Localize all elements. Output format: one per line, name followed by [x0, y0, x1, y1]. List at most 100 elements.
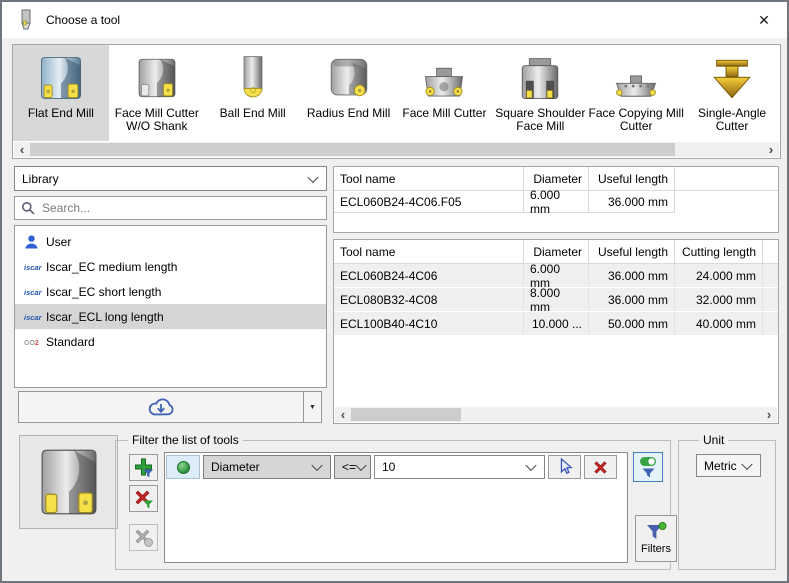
- tool-strip-scrollbar[interactable]: ‹ ›: [14, 142, 779, 157]
- tool-type-label: Face Mill Cutter: [402, 107, 486, 120]
- filters-button-label: Filters: [641, 543, 671, 555]
- diameter-cell: 10.000 ...: [524, 312, 589, 335]
- column-header[interactable]: Cutting length: [675, 240, 763, 263]
- scrollbar-track[interactable]: [351, 407, 761, 422]
- square-shoulder-face-mill-icon: [516, 49, 564, 103]
- filter-operator-dropdown[interactable]: <=: [334, 455, 371, 479]
- enable-filter-toggle-button[interactable]: [633, 452, 663, 482]
- clear-filters-disabled-icon: [134, 528, 154, 548]
- library-item-user[interactable]: User: [15, 229, 326, 254]
- svg-text:iscar: iscar: [24, 263, 42, 272]
- library-item-label: Standard: [46, 335, 95, 349]
- diameter-cell: 8.000 mm: [524, 288, 589, 311]
- face-copying-mill-cutter-icon: [611, 49, 661, 103]
- cutting-length-cell: 24.000 mm: [675, 264, 763, 287]
- svg-text:iscar: iscar: [24, 313, 42, 322]
- filter-group: Filter the list of tools Diamete: [115, 440, 671, 570]
- column-header[interactable]: Tool name: [334, 240, 524, 263]
- scroll-right-icon[interactable]: ›: [761, 407, 777, 422]
- library-item-iscar-ec-short[interactable]: iscar Iscar_EC short length: [15, 279, 326, 304]
- chevron-down-icon: [525, 460, 536, 471]
- scroll-right-icon[interactable]: ›: [763, 142, 779, 157]
- svg-text:iscar: iscar: [24, 288, 42, 297]
- library-item-iscar-ec-medium[interactable]: iscar Iscar_EC medium length: [15, 254, 326, 279]
- search-box[interactable]: [14, 196, 327, 220]
- svg-text:GO2: GO2: [24, 340, 39, 347]
- tool-type-ball-end-mill[interactable]: Ball End Mill: [205, 45, 301, 141]
- table-row[interactable]: ECL060B24-4C06.F05 6.000 mm 36.000 mm: [334, 191, 778, 213]
- tools-table-scrollbar[interactable]: ‹ ›: [335, 407, 777, 422]
- tool-preview: [19, 435, 118, 529]
- red-x-icon: [593, 460, 608, 475]
- tool-type-label: Square Shoulder Face Mill: [492, 107, 588, 133]
- tools-list-table: Tool name Diameter Useful length Cutting…: [333, 239, 779, 424]
- column-header[interactable]: Tool name: [334, 167, 524, 190]
- scrollbar-thumb[interactable]: [30, 143, 675, 156]
- table-row[interactable]: ECL080B32-4C08 8.000 mm 36.000 mm 32.000…: [334, 288, 778, 312]
- tool-type-face-mill-wo-shank[interactable]: Face Mill Cutter W/O Shank: [109, 45, 205, 141]
- tool-type-label: Face Copying Mill Cutter: [588, 107, 684, 133]
- library-item-label: User: [46, 235, 71, 249]
- column-header[interactable]: Useful length: [589, 167, 675, 190]
- tool-type-radius-end-mill[interactable]: Radius End Mill: [301, 45, 397, 141]
- face-mill-wo-shank-icon: [135, 49, 179, 103]
- filter-value: 10: [382, 460, 395, 474]
- library-source-dropdown[interactable]: Library: [14, 166, 327, 191]
- tool-type-face-copying-mill-cutter[interactable]: Face Copying Mill Cutter: [588, 45, 684, 141]
- table-row[interactable]: ECL100B40-4C10 10.000 ... 50.000 mm 40.0…: [334, 312, 778, 336]
- unit-dropdown[interactable]: Metric: [696, 454, 761, 477]
- face-mill-cutter-icon: [419, 49, 469, 103]
- pick-value-button[interactable]: [548, 455, 581, 479]
- column-header[interactable]: Useful length: [589, 240, 675, 263]
- filters-icon: [645, 522, 667, 542]
- filter-condition-row: Diameter <= 10: [166, 454, 626, 480]
- remove-filter-button[interactable]: [129, 485, 158, 512]
- library-list: User iscar Iscar_EC medium length iscar …: [14, 225, 327, 388]
- selected-tool-table: Tool name Diameter Useful length ECL060B…: [333, 166, 779, 233]
- tool-type-flat-end-mill[interactable]: Flat End Mill: [13, 45, 109, 141]
- tool-name-cell: ECL060B24-4C06.F05: [334, 191, 524, 213]
- filter-field-dropdown[interactable]: Diameter: [203, 455, 331, 479]
- library-item-label: Iscar_EC medium length: [46, 260, 177, 274]
- filter-active-indicator[interactable]: [166, 455, 200, 479]
- pointer-cursor-icon: [557, 458, 573, 476]
- delete-filter-button[interactable]: [584, 455, 617, 479]
- add-filter-button[interactable]: [129, 454, 158, 481]
- tool-type-single-angle-cutter[interactable]: Single-Angle Cutter: [684, 45, 780, 141]
- tool-type-label: Flat End Mill: [28, 107, 94, 120]
- clear-filters-button[interactable]: [129, 524, 158, 551]
- scrollbar-track[interactable]: [30, 142, 763, 157]
- ball-end-mill-icon: [231, 49, 275, 103]
- library-item-iscar-ecl-long[interactable]: iscar Iscar_ECL long length: [15, 304, 326, 329]
- close-button[interactable]: ✕: [747, 6, 781, 34]
- column-header[interactable]: Diameter: [524, 240, 589, 263]
- table-row[interactable]: ECL060B24-4C06 6.000 mm 36.000 mm 24.000…: [334, 264, 778, 288]
- green-dot-icon: [177, 461, 190, 474]
- filter-toggle-icon: [639, 456, 658, 478]
- useful-length-cell: 36.000 mm: [589, 191, 675, 213]
- unit-group: Unit Metric: [678, 440, 776, 570]
- filter-group-label: Filter the list of tools: [128, 433, 243, 447]
- choose-a-tool-dialog: Choose a tool ✕ Flat End Mill: [0, 0, 789, 583]
- tool-type-label: Single-Angle Cutter: [684, 107, 780, 133]
- chevron-down-icon: [307, 171, 318, 182]
- tool-type-face-mill-cutter[interactable]: Face Mill Cutter: [397, 45, 493, 141]
- filters-button[interactable]: Filters: [635, 515, 677, 562]
- download-options-arrow[interactable]: ▼: [303, 392, 321, 422]
- download-library-button[interactable]: [19, 392, 303, 422]
- dialog-title: Choose a tool: [46, 13, 120, 27]
- tool-type-strip: Flat End Mill Face Mill Cutter W/O Shank: [12, 44, 781, 159]
- flat-end-mill-icon: [37, 49, 85, 103]
- go2-logo-icon: GO2: [24, 337, 46, 347]
- library-item-standard[interactable]: GO2 Standard: [15, 329, 326, 354]
- download-library-split-button: ▼: [18, 391, 322, 423]
- tool-preview-image: [36, 446, 102, 518]
- tool-type-square-shoulder-face-mill[interactable]: Square Shoulder Face Mill: [492, 45, 588, 141]
- chevron-down-icon: [311, 460, 322, 471]
- scrollbar-thumb[interactable]: [351, 408, 461, 421]
- search-input[interactable]: [40, 200, 326, 216]
- scroll-left-icon[interactable]: ‹: [335, 407, 351, 422]
- filter-conditions-list: Diameter <= 10: [164, 452, 628, 563]
- scroll-left-icon[interactable]: ‹: [14, 142, 30, 157]
- filter-value-combobox[interactable]: 10: [374, 455, 545, 479]
